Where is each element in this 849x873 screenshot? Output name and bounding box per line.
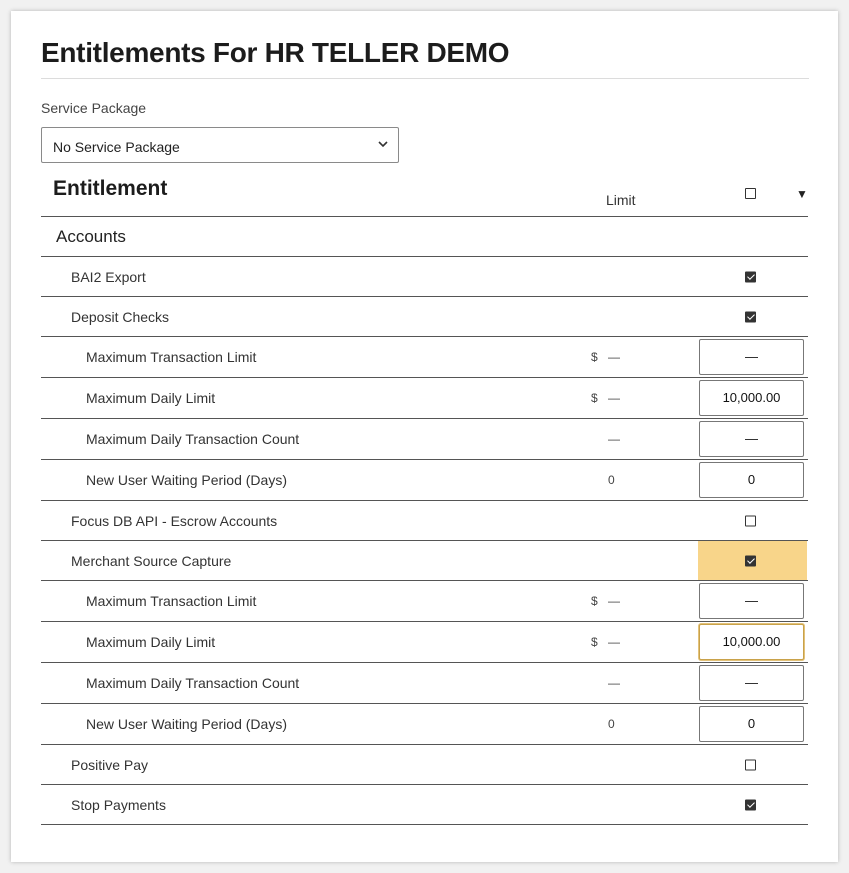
currency-symbol: $ bbox=[591, 391, 598, 405]
section-label: Accounts bbox=[56, 226, 126, 246]
limit-label: Maximum Transaction Limit bbox=[86, 593, 257, 609]
limit-label: Maximum Daily Limit bbox=[86, 390, 216, 406]
entitlements-table: Entitlement Limit ▼ Accounts BAI2 Export D… bbox=[41, 173, 808, 825]
entitlement-checkbox-cell[interactable] bbox=[698, 785, 807, 824]
entitlement-row: Deposit Checks bbox=[41, 297, 808, 337]
entitlement-label: Stop Payments bbox=[71, 796, 166, 813]
unchecked-checkbox[interactable] bbox=[745, 759, 756, 770]
entitlement-row: Focus DB API - Escrow Accounts bbox=[41, 501, 808, 541]
currency-symbol: $ bbox=[591, 635, 598, 649]
limit-label: New User Waiting Period (Days) bbox=[86, 472, 287, 488]
unchecked-checkbox[interactable] bbox=[745, 515, 756, 526]
table-body: Accounts BAI2 Export Deposit Checks Maximum… bbox=[41, 217, 808, 825]
caret-down-icon[interactable]: ▼ bbox=[796, 187, 808, 201]
entitlement-row: Positive Pay bbox=[41, 745, 808, 785]
service-package-value: No Service Package bbox=[53, 139, 180, 155]
limit-label: Maximum Daily Transaction Count bbox=[86, 431, 300, 447]
current-limit-value: 0 bbox=[608, 717, 615, 731]
limit-label: Maximum Transaction Limit bbox=[86, 349, 257, 365]
entitlement-label: Focus DB API - Escrow Accounts bbox=[71, 512, 278, 529]
service-package-select[interactable]: No Service Package bbox=[41, 127, 399, 163]
limit-column-header: Limit bbox=[606, 192, 636, 208]
entitlement-checkbox-cell[interactable] bbox=[698, 541, 807, 580]
section-row: Accounts bbox=[41, 217, 808, 257]
select-all-checkbox[interactable] bbox=[745, 188, 756, 199]
entitlement-column-header: Entitlement bbox=[53, 177, 168, 200]
limit-label: Maximum Daily Transaction Count bbox=[86, 675, 300, 691]
limit-label: New User Waiting Period (Days) bbox=[86, 716, 287, 732]
limit-row: New User Waiting Period (Days) 0 0 bbox=[41, 704, 808, 745]
entitlement-row: Stop Payments bbox=[41, 785, 808, 825]
entitlement-label: BAI2 Export bbox=[71, 268, 146, 285]
entitlement-label: Merchant Source Capture bbox=[71, 552, 232, 569]
limit-input[interactable]: 10,000.00 bbox=[699, 624, 804, 660]
limit-label: Maximum Daily Limit bbox=[86, 634, 216, 650]
title-divider bbox=[41, 78, 809, 79]
entitlement-checkbox-cell[interactable] bbox=[698, 745, 807, 784]
limit-row: Maximum Daily Transaction Count — — bbox=[41, 419, 808, 460]
currency-symbol: $ bbox=[591, 350, 598, 364]
entitlements-panel: Entitlements For HR TELLER DEMO Service … bbox=[11, 11, 838, 862]
limit-input[interactable]: — bbox=[699, 421, 804, 457]
page-title: Entitlements For HR TELLER DEMO bbox=[41, 37, 510, 68]
checked-checkbox[interactable] bbox=[745, 311, 756, 322]
current-limit-value: — bbox=[608, 432, 620, 446]
currency-symbol: $ bbox=[591, 594, 598, 608]
table-header: Entitlement Limit ▼ bbox=[41, 173, 808, 217]
current-limit-value: 0 bbox=[608, 473, 615, 487]
checkbox-box bbox=[745, 188, 756, 199]
current-limit-value: — bbox=[608, 635, 620, 649]
limit-input[interactable]: 10,000.00 bbox=[699, 380, 804, 416]
limit-input[interactable]: — bbox=[699, 339, 804, 375]
current-limit-value: — bbox=[608, 676, 620, 690]
limit-input[interactable]: 0 bbox=[699, 462, 804, 498]
limit-row: New User Waiting Period (Days) 0 0 bbox=[41, 460, 808, 501]
current-limit-value: — bbox=[608, 391, 620, 405]
limit-row: Maximum Transaction Limit $ — — bbox=[41, 337, 808, 378]
checked-checkbox[interactable] bbox=[745, 271, 756, 282]
entitlement-label: Deposit Checks bbox=[71, 308, 170, 325]
checked-checkbox[interactable] bbox=[745, 555, 756, 566]
limit-row: Maximum Daily Limit $ — 10,000.00 bbox=[41, 378, 808, 419]
current-limit-value: — bbox=[608, 594, 620, 608]
limit-input[interactable]: — bbox=[699, 583, 804, 619]
entitlement-row: BAI2 Export bbox=[41, 257, 808, 297]
entitlement-checkbox-cell[interactable] bbox=[698, 257, 807, 296]
limit-row: Maximum Transaction Limit $ — — bbox=[41, 581, 808, 622]
chevron-down-icon bbox=[378, 141, 388, 148]
limit-row: Maximum Daily Limit $ — 10,000.00 bbox=[41, 622, 808, 663]
limit-input[interactable]: 0 bbox=[699, 706, 804, 742]
limit-input[interactable]: — bbox=[699, 665, 804, 701]
service-package-label: Service Package bbox=[41, 100, 147, 116]
current-limit-value: — bbox=[608, 350, 620, 364]
limit-row: Maximum Daily Transaction Count — — bbox=[41, 663, 808, 704]
checked-checkbox[interactable] bbox=[745, 799, 756, 810]
entitlement-checkbox-cell[interactable] bbox=[698, 297, 807, 336]
entitlement-label: Positive Pay bbox=[71, 756, 149, 773]
entitlement-row: Merchant Source Capture bbox=[41, 541, 808, 581]
entitlement-checkbox-cell[interactable] bbox=[698, 501, 807, 540]
